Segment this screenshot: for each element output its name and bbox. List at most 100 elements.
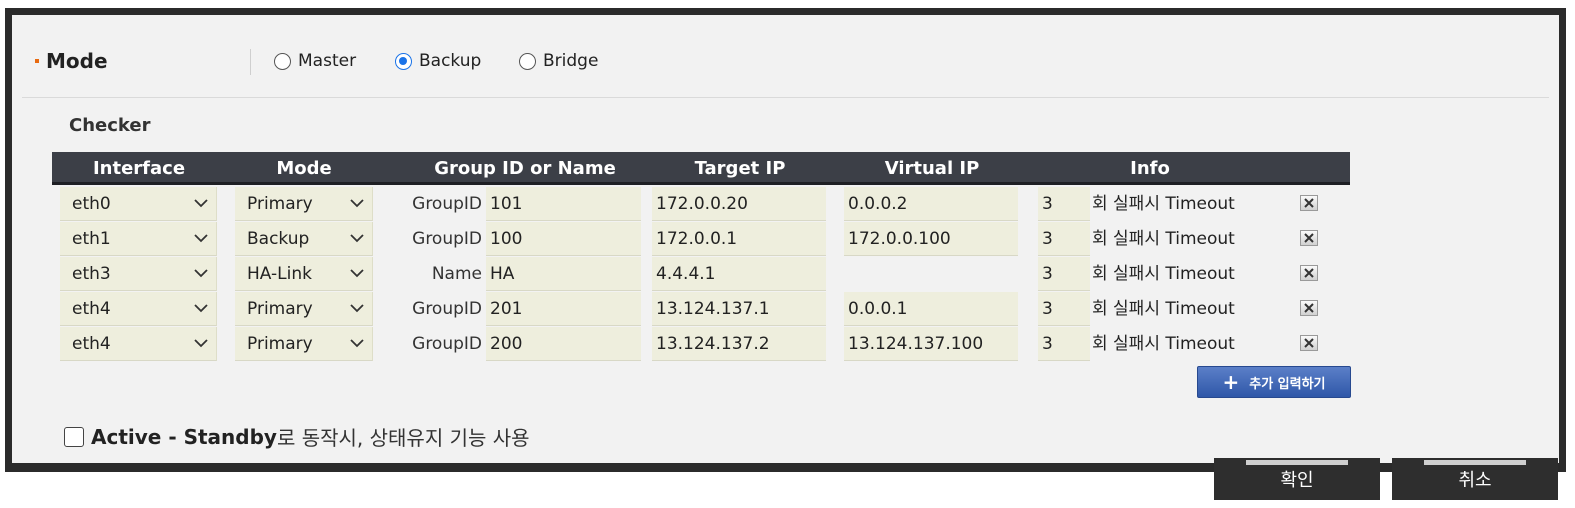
mode-select[interactable]: Primary [235, 187, 373, 221]
active-standby-label-bold: Active - Standby [91, 424, 277, 449]
chevron-down-icon [194, 269, 208, 278]
group-id-input[interactable]: HA [486, 257, 641, 291]
delete-row-button[interactable] [1300, 300, 1318, 316]
radio-button[interactable] [395, 52, 412, 70]
active-standby-checkbox[interactable] [64, 426, 84, 447]
delete-row-button[interactable] [1300, 335, 1318, 351]
radio-label: Bridge [543, 51, 599, 71]
target-ip-input[interactable]: 13.124.137.1 [652, 292, 826, 326]
section-divider [22, 97, 1549, 98]
fail-count-input[interactable]: 3 [1038, 187, 1090, 221]
checker-table-header: Interface Mode Group ID or Name Target I… [52, 152, 1350, 185]
mode-select[interactable]: HA-Link [235, 257, 373, 291]
mode-select[interactable]: Primary [235, 327, 373, 361]
checker-title: Checker [69, 115, 151, 136]
column-header-target-ip: Target IP [694, 158, 786, 179]
virtual-ip-input[interactable]: 13.124.137.100 [844, 327, 1018, 361]
table-row: eth4 Primary GroupID 200 13.124.137.2 13… [52, 327, 1350, 361]
mode-value: HA-Link [247, 264, 312, 284]
interface-value: eth4 [72, 299, 111, 319]
interface-select[interactable]: eth1 [60, 222, 217, 256]
info-text: 회 실패시 Timeout [1092, 264, 1235, 284]
chevron-down-icon [194, 339, 208, 348]
target-ip-input[interactable]: 13.124.137.2 [652, 327, 826, 361]
group-id-input[interactable]: 200 [486, 327, 641, 361]
column-header-group: Group ID or Name [434, 158, 616, 179]
interface-value: eth1 [72, 229, 111, 249]
radio-button[interactable] [274, 52, 291, 70]
fail-count-input[interactable]: 3 [1038, 327, 1090, 361]
delete-row-button[interactable] [1300, 195, 1318, 211]
cancel-label: 취소 [1458, 470, 1492, 491]
mode-radio-backup[interactable]: Backup [395, 51, 481, 71]
mode-radio-bridge[interactable]: Bridge [519, 51, 598, 71]
close-icon [1304, 233, 1314, 243]
fail-count-input[interactable]: 3 [1038, 257, 1090, 291]
divider [250, 49, 251, 75]
button-highlight [1424, 460, 1526, 465]
radio-label: Backup [419, 51, 482, 71]
chevron-down-icon [350, 269, 364, 278]
confirm-button[interactable]: 확인 [1214, 458, 1380, 500]
info-text: 회 실패시 Timeout [1092, 229, 1235, 249]
radio-button[interactable] [519, 52, 536, 70]
button-highlight [1246, 460, 1348, 465]
group-id-label: GroupID [412, 334, 482, 354]
interface-select[interactable]: eth3 [60, 257, 217, 291]
confirm-label: 확인 [1280, 470, 1314, 491]
group-id-label: GroupID [412, 229, 482, 249]
group-id-label: GroupID [412, 194, 482, 214]
mode-select[interactable]: Primary [235, 292, 373, 326]
fail-count-input[interactable]: 3 [1038, 222, 1090, 256]
fail-count-input[interactable]: 3 [1038, 292, 1090, 326]
group-id-input[interactable]: 100 [486, 222, 641, 256]
virtual-ip-input[interactable] [844, 257, 1018, 291]
delete-row-button[interactable] [1300, 230, 1318, 246]
add-row-button[interactable]: + 추가 입력하기 [1197, 366, 1351, 398]
table-row: eth1 Backup GroupID 100 172.0.0.1 172.0.… [52, 222, 1350, 256]
chevron-down-icon [194, 234, 208, 243]
target-ip-input[interactable]: 172.0.0.20 [652, 187, 826, 221]
group-id-label: Name [431, 264, 482, 284]
delete-row-button[interactable] [1300, 265, 1318, 281]
target-ip-input[interactable]: 172.0.0.1 [652, 222, 826, 256]
ha-settings-panel: Mode Master Backup Bridge Checker Interf… [5, 8, 1566, 472]
cancel-button[interactable]: 취소 [1392, 458, 1558, 500]
interface-value: eth3 [72, 264, 111, 284]
interface-value: eth4 [72, 334, 111, 354]
plus-icon: + [1222, 370, 1240, 394]
chevron-down-icon [350, 304, 364, 313]
group-id-label: GroupID [412, 299, 482, 319]
mode-select[interactable]: Backup [235, 222, 373, 256]
virtual-ip-input[interactable]: 0.0.0.1 [844, 292, 1018, 326]
info-text: 회 실패시 Timeout [1092, 334, 1235, 354]
virtual-ip-input[interactable]: 172.0.0.100 [844, 222, 1018, 256]
close-icon [1304, 268, 1314, 278]
chevron-down-icon [194, 199, 208, 208]
mode-value: Primary [247, 299, 313, 319]
virtual-ip-input[interactable]: 0.0.0.2 [844, 187, 1018, 221]
interface-select[interactable]: eth4 [60, 292, 217, 326]
bullet-icon [35, 59, 39, 63]
active-standby-label: 로 동작시, 상태유지 기능 사용 [276, 426, 530, 450]
mode-value: Backup [247, 229, 310, 249]
interface-value: eth0 [72, 194, 111, 214]
table-row: eth3 HA-Link Name HA 4.4.4.1 3 회 실패시 Tim… [52, 257, 1350, 291]
interface-select[interactable]: eth4 [60, 327, 217, 361]
chevron-down-icon [350, 234, 364, 243]
chevron-down-icon [350, 199, 364, 208]
mode-radio-master[interactable]: Master [274, 51, 356, 71]
radio-label: Master [298, 51, 357, 71]
mode-value: Primary [247, 194, 313, 214]
info-text: 회 실패시 Timeout [1092, 299, 1235, 319]
column-header-mode: Mode [276, 158, 332, 179]
group-id-input[interactable]: 201 [486, 292, 641, 326]
mode-title: Mode [46, 49, 108, 73]
active-standby-option[interactable]: Active - Standby 로 동작시, 상태유지 기능 사용 [64, 422, 530, 451]
chevron-down-icon [194, 304, 208, 313]
table-row: eth4 Primary GroupID 201 13.124.137.1 0.… [52, 292, 1350, 326]
interface-select[interactable]: eth0 [60, 187, 217, 221]
target-ip-input[interactable]: 4.4.4.1 [652, 257, 826, 291]
group-id-input[interactable]: 101 [486, 187, 641, 221]
table-row: eth0 Primary GroupID 101 172.0.0.20 0.0.… [52, 187, 1350, 221]
